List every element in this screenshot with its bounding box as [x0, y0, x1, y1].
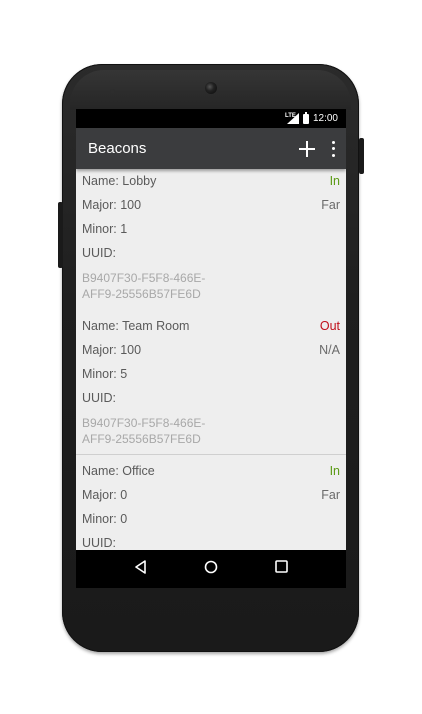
beacon-state: In	[329, 464, 340, 478]
home-icon[interactable]	[204, 560, 218, 579]
overflow-menu-icon[interactable]	[330, 140, 336, 157]
navigation-bar	[76, 550, 346, 588]
beacon-major: Major: 100	[82, 343, 142, 357]
beacon-proximity: Far	[321, 198, 340, 212]
beacon-proximity: N/A	[319, 343, 340, 357]
volume-button	[58, 202, 63, 268]
beacon-proximity: Far	[321, 488, 340, 502]
front-camera	[205, 82, 217, 94]
list-item[interactable]: Name: Lobby In Major: 100 Far Minor: 1 U…	[76, 169, 346, 306]
beacon-name: Name: Office	[82, 464, 155, 478]
beacon-uuid-label: UUID:	[82, 536, 117, 550]
list-item[interactable]: Name: Team Room Out Major: 100 N/A Minor…	[76, 306, 346, 451]
beacon-minor: Minor: 5	[82, 367, 128, 381]
power-button	[359, 138, 364, 174]
beacon-minor: Minor: 1	[82, 222, 128, 236]
beacon-major: Major: 100	[82, 198, 142, 212]
beacon-major: Major: 0	[82, 488, 128, 502]
list-item[interactable]: Name: Office In Major: 0 Far Minor: 0 UU…	[76, 455, 346, 553]
back-icon[interactable]	[134, 559, 148, 579]
beacon-uuid: B9407F30-F5F8-466E- AFF9-25556B57FE6D	[82, 416, 206, 446]
status-bar: LTE 12:00	[76, 109, 346, 128]
proximity-sensor	[110, 89, 115, 94]
signal-icon: LTE	[285, 113, 299, 124]
add-icon[interactable]	[298, 140, 316, 158]
device-screen: LTE 12:00 Beacons Name: Lobby In Major: …	[76, 109, 346, 588]
recents-icon[interactable]	[275, 560, 288, 578]
status-time: 12:00	[312, 113, 338, 124]
app-bar: Beacons	[76, 128, 346, 169]
beacon-uuid-label: UUID:	[82, 246, 117, 260]
beacon-minor: Minor: 0	[82, 512, 128, 526]
battery-icon	[302, 111, 309, 124]
beacon-name: Name: Lobby	[82, 174, 157, 188]
beacon-state: In	[329, 174, 340, 188]
beacon-state: Out	[319, 319, 340, 333]
beacon-uuid: B9407F30-F5F8-466E- AFF9-25556B57FE6D	[82, 271, 206, 301]
beacon-uuid-label: UUID:	[82, 391, 117, 405]
page-title: Beacons	[88, 140, 147, 157]
beacon-name: Name: Team Room	[82, 319, 190, 333]
beacon-list[interactable]: Name: Lobby In Major: 100 Far Minor: 1 U…	[76, 169, 346, 553]
